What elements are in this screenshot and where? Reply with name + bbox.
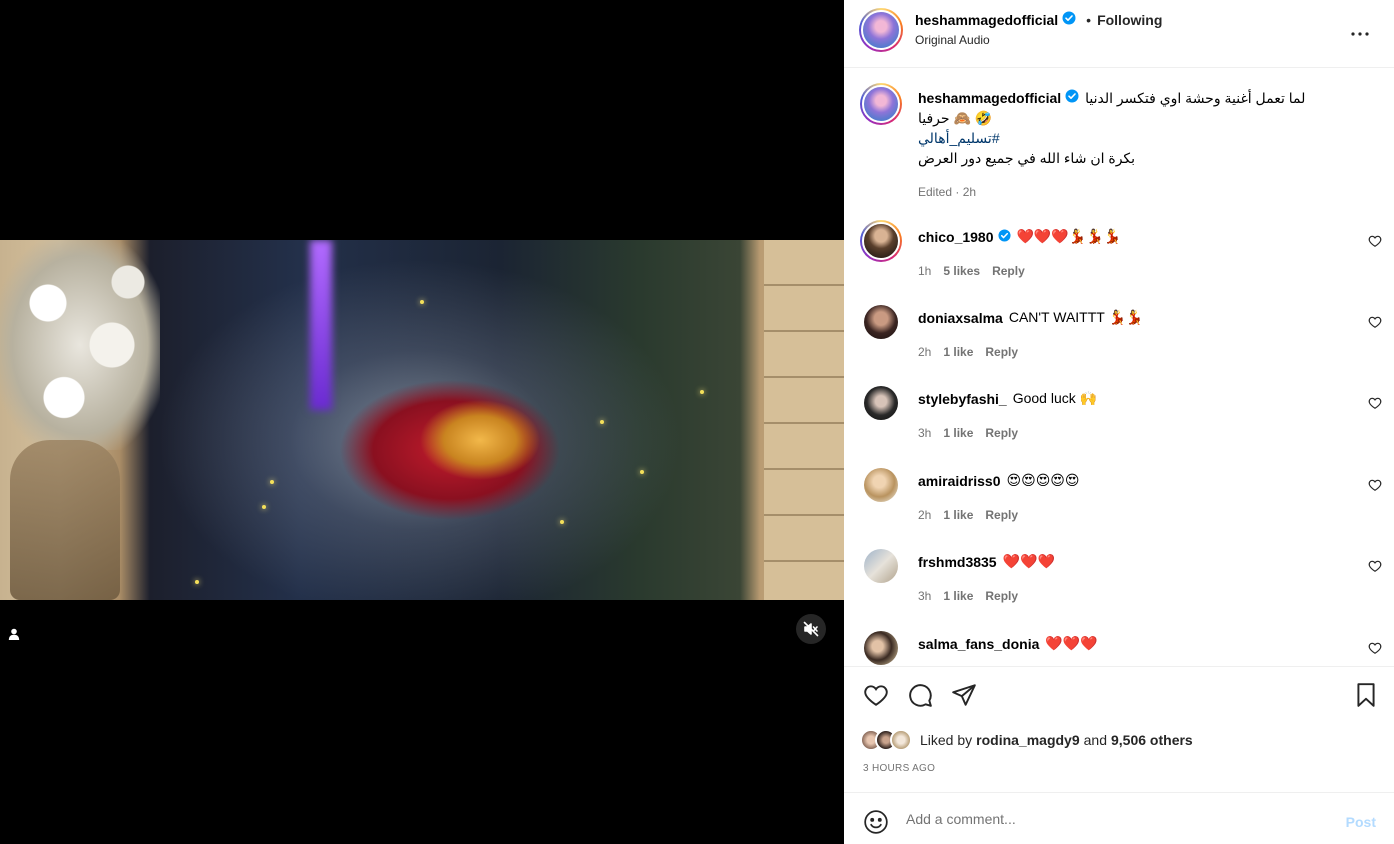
comment-text: CAN'T WAITTT 💃💃 (1008, 309, 1144, 325)
comment-username[interactable]: amiraidriss0 (918, 473, 1001, 489)
commenter-avatar[interactable] (860, 220, 902, 262)
heart-icon[interactable] (1368, 234, 1382, 248)
purple-light-image (310, 240, 332, 410)
liked-by-row[interactable]: Liked by rodina_magdy9 and 9,506 others (860, 729, 1197, 751)
comment-text: ❤️❤️❤️ (1002, 553, 1055, 569)
video-frame[interactable] (0, 240, 844, 600)
reply-button[interactable]: Reply (985, 589, 1018, 603)
liked-by-user[interactable]: rodina_magdy9 (976, 732, 1079, 748)
comment-time[interactable]: 3h (918, 589, 931, 603)
comment-username[interactable]: chico_1980 (918, 229, 994, 245)
commenter-avatar[interactable] (864, 549, 898, 583)
comment-time[interactable]: 3h (918, 426, 931, 440)
comment-input[interactable] (906, 811, 1306, 827)
sparkle (640, 470, 644, 474)
comment-item: salma_fans_donia ❤️❤️❤️ (860, 627, 1394, 666)
heart-icon[interactable] (1368, 396, 1382, 410)
comment-icon[interactable] (907, 682, 933, 708)
comment-item: doniaxsalma CAN'T WAITTT 💃💃 2h 1 like Re… (860, 301, 1394, 371)
comment-username[interactable]: frshmd3835 (918, 554, 997, 570)
caption-author-avatar[interactable] (860, 83, 902, 125)
liked-by-others[interactable]: 9,506 others (1111, 732, 1193, 748)
post-comment-button[interactable]: Post (1346, 814, 1376, 830)
post-timestamp[interactable]: 3 HOURS AGO (863, 763, 935, 774)
reply-button[interactable]: Reply (985, 426, 1018, 440)
comment-text: Good luck 🙌 (1012, 390, 1098, 406)
verified-badge-icon (997, 228, 1011, 245)
liked-by-prefix: Liked by (920, 732, 973, 748)
comment-item: chico_1980 ❤️❤️❤️💃💃💃 1h 5 likes Reply (860, 220, 1394, 290)
comment-username[interactable]: doniaxsalma (918, 310, 1003, 326)
comment-text: 😍😍😍😍😍 (1006, 472, 1080, 488)
sparkle (270, 480, 274, 484)
vase-image (10, 440, 120, 600)
heart-icon[interactable] (1368, 478, 1382, 492)
comment-likes[interactable]: 1 like (943, 589, 973, 603)
author-avatar[interactable] (859, 8, 903, 52)
bookmark-icon[interactable] (1353, 682, 1379, 708)
comment-username[interactable]: salma_fans_donia (918, 636, 1039, 652)
comment-likes[interactable]: 1 like (943, 426, 973, 440)
caption-hashtag[interactable]: #تسليم_أهالي (918, 128, 1358, 148)
sparkle (700, 390, 704, 394)
sparkle (600, 420, 604, 424)
post-header: heshammagedofficial • Following Original… (844, 0, 1394, 68)
caption-line-1: لما تعمل أغنية وحشة اوي فتكسر الدنيا (1085, 90, 1306, 106)
comment-likes[interactable]: 1 like (943, 508, 973, 522)
commenter-avatar[interactable] (864, 631, 898, 665)
liker-avatars (860, 729, 912, 751)
post-media[interactable] (0, 0, 844, 844)
liker-avatar (890, 729, 912, 751)
caption-line-2: 🤣 🙈 حرفيا (918, 110, 993, 126)
muted-speaker-icon[interactable] (796, 614, 826, 644)
more-options-icon[interactable] (1348, 22, 1372, 46)
comment-item: amiraidriss0 😍😍😍😍😍 2h 1 like Reply (860, 464, 1394, 534)
comment-text: ❤️❤️❤️ (1045, 635, 1098, 651)
emoji-icon[interactable] (863, 809, 889, 835)
caption-text: heshammagedofficial لما تعمل أغنية وحشة … (918, 88, 1358, 168)
sparkle (420, 300, 424, 304)
comment-item: frshmd3835 ❤️❤️❤️ 3h 1 like Reply (860, 545, 1394, 615)
commenter-avatar[interactable] (864, 305, 898, 339)
add-comment-bar: Post (844, 792, 1394, 844)
sparkle (560, 520, 564, 524)
comment-likes[interactable]: 1 like (943, 345, 973, 359)
comment-time[interactable]: 2h (918, 508, 931, 522)
author-username[interactable]: heshammagedofficial (915, 12, 1058, 28)
comment-text: ❤️❤️❤️💃💃💃 (1016, 228, 1122, 244)
separator-dot: • (1086, 11, 1092, 28)
commenter-avatar[interactable] (864, 468, 898, 502)
post-actions: Liked by rodina_magdy9 and 9,506 others … (844, 666, 1394, 792)
liked-by-conj: and (1083, 732, 1107, 748)
verified-badge-icon (1062, 11, 1076, 28)
heart-icon[interactable] (1368, 641, 1382, 655)
commenter-avatar[interactable] (864, 386, 898, 420)
author-row: heshammagedofficial • Following (915, 11, 1162, 28)
sparkle (262, 505, 266, 509)
user-icon[interactable] (6, 626, 22, 642)
share-icon[interactable] (951, 682, 977, 708)
comment-item: stylebyfashi_ Good luck 🙌 3h 1 like Repl… (860, 382, 1394, 452)
reply-button[interactable]: Reply (992, 264, 1025, 278)
heart-icon[interactable] (1368, 315, 1382, 329)
heart-icon[interactable] (863, 682, 889, 708)
comment-time[interactable]: 1h (918, 264, 931, 278)
comment-time[interactable]: 2h (918, 345, 931, 359)
following-button[interactable]: Following (1097, 12, 1162, 28)
audio-link[interactable]: Original Audio (915, 33, 990, 47)
post-details-panel: heshammagedofficial • Following Original… (844, 0, 1394, 844)
flower-arrangement-image (0, 240, 160, 450)
reply-button[interactable]: Reply (985, 508, 1018, 522)
caption-meta: Edited · 2h (918, 185, 977, 199)
heart-icon[interactable] (1368, 559, 1382, 573)
verified-badge-icon (1065, 88, 1079, 108)
reply-button[interactable]: Reply (985, 345, 1018, 359)
comments-list[interactable]: heshammagedofficial لما تعمل أغنية وحشة … (844, 69, 1394, 666)
sparkle (195, 580, 199, 584)
caption-line-4: بكرة ان شاء الله في جميع دور العرض (918, 150, 1136, 166)
comment-likes[interactable]: 5 likes (943, 264, 980, 278)
stone-wall-image (764, 240, 844, 600)
caption-username[interactable]: heshammagedofficial (918, 88, 1061, 108)
comment-username[interactable]: stylebyfashi_ (918, 391, 1007, 407)
